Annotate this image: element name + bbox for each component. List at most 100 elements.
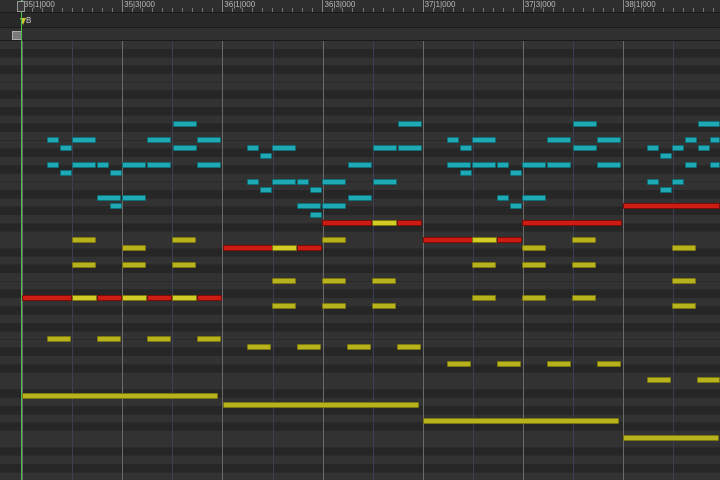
midi-note[interactable] bbox=[97, 195, 121, 201]
marker-lane[interactable] bbox=[0, 13, 720, 28]
playhead-handle[interactable] bbox=[17, 1, 25, 12]
midi-note[interactable] bbox=[22, 393, 218, 399]
playhead-line[interactable] bbox=[21, 0, 22, 480]
midi-note[interactable] bbox=[272, 278, 296, 284]
midi-note[interactable] bbox=[460, 170, 472, 176]
midi-note[interactable] bbox=[260, 153, 272, 159]
midi-note[interactable] bbox=[223, 245, 273, 251]
midi-note[interactable] bbox=[97, 295, 122, 301]
midi-note[interactable] bbox=[172, 237, 196, 243]
midi-note[interactable] bbox=[322, 237, 346, 243]
region-lane[interactable] bbox=[0, 28, 720, 41]
midi-note[interactable] bbox=[397, 344, 421, 350]
midi-note[interactable] bbox=[672, 179, 684, 185]
midi-note[interactable] bbox=[710, 137, 720, 143]
midi-note[interactable] bbox=[47, 162, 59, 168]
midi-note[interactable] bbox=[97, 336, 121, 342]
midi-note[interactable] bbox=[522, 220, 622, 226]
midi-note[interactable] bbox=[447, 162, 471, 168]
midi-note[interactable] bbox=[685, 162, 697, 168]
midi-note[interactable] bbox=[223, 402, 419, 408]
midi-note[interactable] bbox=[322, 303, 346, 309]
midi-note[interactable] bbox=[647, 145, 659, 151]
midi-note[interactable] bbox=[510, 203, 522, 209]
midi-note[interactable] bbox=[647, 377, 671, 383]
midi-note[interactable] bbox=[60, 145, 72, 151]
midi-note[interactable] bbox=[348, 162, 372, 168]
midi-note[interactable] bbox=[672, 245, 696, 251]
midi-note[interactable] bbox=[660, 187, 672, 193]
midi-note[interactable] bbox=[510, 170, 522, 176]
midi-note[interactable] bbox=[173, 145, 197, 151]
midi-note[interactable] bbox=[272, 145, 296, 151]
midi-note[interactable] bbox=[72, 137, 96, 143]
midi-note[interactable] bbox=[110, 203, 122, 209]
midi-note[interactable] bbox=[597, 137, 621, 143]
midi-note[interactable] bbox=[372, 278, 396, 284]
midi-note[interactable] bbox=[272, 179, 296, 185]
midi-note[interactable] bbox=[47, 336, 71, 342]
midi-note[interactable] bbox=[147, 295, 172, 301]
midi-note[interactable] bbox=[348, 195, 372, 201]
midi-note[interactable] bbox=[247, 145, 259, 151]
midi-note[interactable] bbox=[72, 262, 96, 268]
midi-note[interactable] bbox=[297, 245, 322, 251]
midi-note[interactable] bbox=[297, 344, 321, 350]
midi-note[interactable] bbox=[272, 303, 296, 309]
midi-note[interactable] bbox=[72, 295, 97, 301]
midi-note[interactable] bbox=[197, 336, 221, 342]
midi-note[interactable] bbox=[122, 162, 146, 168]
midi-note[interactable] bbox=[698, 145, 710, 151]
midi-note[interactable] bbox=[260, 187, 272, 193]
midi-note[interactable] bbox=[72, 162, 96, 168]
midi-note[interactable] bbox=[372, 303, 396, 309]
midi-note[interactable] bbox=[472, 237, 497, 243]
midi-note[interactable] bbox=[47, 137, 59, 143]
midi-note[interactable] bbox=[22, 295, 72, 301]
midi-note[interactable] bbox=[672, 145, 684, 151]
midi-note[interactable] bbox=[423, 418, 619, 424]
midi-note[interactable] bbox=[423, 237, 473, 243]
midi-note[interactable] bbox=[522, 245, 546, 251]
midi-note[interactable] bbox=[272, 245, 297, 251]
midi-note[interactable] bbox=[172, 262, 196, 268]
midi-note[interactable] bbox=[397, 220, 422, 226]
midi-note[interactable] bbox=[322, 278, 346, 284]
midi-note[interactable] bbox=[247, 179, 259, 185]
midi-note[interactable] bbox=[572, 262, 596, 268]
midi-note[interactable] bbox=[110, 170, 122, 176]
midi-note[interactable] bbox=[623, 203, 720, 209]
midi-note[interactable] bbox=[322, 179, 346, 185]
midi-note[interactable] bbox=[522, 262, 546, 268]
midi-note[interactable] bbox=[322, 220, 372, 226]
midi-note[interactable] bbox=[672, 278, 696, 284]
midi-note[interactable] bbox=[710, 162, 720, 168]
midi-note[interactable] bbox=[197, 295, 222, 301]
midi-note[interactable] bbox=[497, 162, 509, 168]
midi-note[interactable] bbox=[698, 121, 720, 127]
midi-note[interactable] bbox=[247, 344, 271, 350]
midi-note[interactable] bbox=[297, 203, 321, 209]
midi-note[interactable] bbox=[447, 361, 471, 367]
midi-note[interactable] bbox=[572, 295, 596, 301]
midi-note[interactable] bbox=[97, 162, 109, 168]
midi-note[interactable] bbox=[547, 162, 571, 168]
midi-note[interactable] bbox=[322, 203, 346, 209]
midi-note[interactable] bbox=[372, 220, 397, 226]
midi-note[interactable] bbox=[472, 295, 496, 301]
midi-note[interactable] bbox=[72, 237, 96, 243]
midi-note[interactable] bbox=[398, 121, 422, 127]
midi-note[interactable] bbox=[147, 162, 171, 168]
midi-note[interactable] bbox=[623, 435, 719, 441]
midi-note[interactable] bbox=[547, 361, 571, 367]
piano-roll-grid[interactable] bbox=[0, 41, 720, 480]
midi-note[interactable] bbox=[572, 237, 596, 243]
midi-note[interactable] bbox=[597, 361, 621, 367]
midi-note[interactable] bbox=[398, 145, 422, 151]
midi-note[interactable] bbox=[197, 162, 221, 168]
midi-note[interactable] bbox=[122, 245, 146, 251]
midi-note[interactable] bbox=[573, 121, 597, 127]
midi-note[interactable] bbox=[373, 179, 397, 185]
midi-note[interactable] bbox=[347, 344, 371, 350]
midi-note[interactable] bbox=[447, 137, 459, 143]
